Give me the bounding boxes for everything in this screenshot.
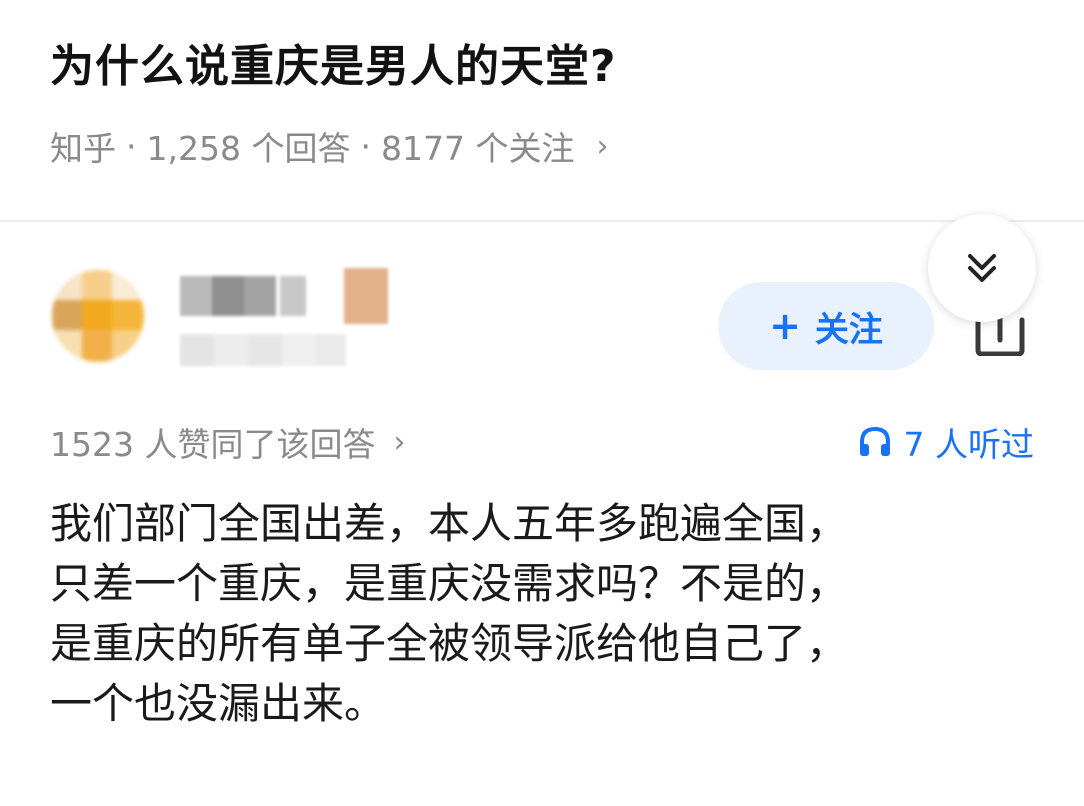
collapse-button[interactable] (928, 214, 1036, 322)
follow-label: 关注 (814, 309, 883, 350)
plus-icon: + (769, 304, 801, 348)
meta-separator: · (126, 126, 137, 166)
chevron-right-icon: › (393, 424, 406, 460)
answer-line: 一个也没漏出来。 (50, 679, 387, 728)
vote-count[interactable]: 1523 人赞同了该回答 › (50, 418, 405, 466)
answer-line: 只差一个重庆，是重庆没需求吗？不是的， (50, 559, 849, 608)
follow-button[interactable]: + 关注 (718, 282, 934, 370)
listen-count[interactable]: 7 人听过 (858, 418, 1035, 466)
author-avatar[interactable] (52, 270, 144, 362)
chevron-right-icon: › (596, 128, 609, 164)
listen-count-label: 7 人听过 (903, 425, 1035, 464)
source-label: 知乎 (50, 129, 116, 168)
answer-line: 我们部门全国出差，本人五年多跑遍全国， (50, 499, 849, 548)
meta-separator: · (360, 126, 371, 166)
vote-count-label: 1523 人赞同了该回答 (50, 425, 376, 464)
answer-line: 是重庆的所有单子全被领导派给他自己了， (50, 619, 849, 668)
double-chevron-down-icon (968, 254, 996, 282)
answer-count: 1,258 个回答 (146, 129, 351, 168)
headphones-icon (859, 426, 890, 456)
question-title[interactable]: 为什么说重庆是男人的天堂? (50, 30, 617, 94)
author-name-redacted[interactable] (180, 268, 400, 388)
section-divider (0, 220, 1084, 222)
question-meta[interactable]: 知乎 · 1,258 个回答 · 8177 个关注 › (50, 122, 608, 170)
answer-body[interactable]: 我们部门全国出差，本人五年多跑遍全国， 只差一个重庆，是重庆没需求吗？不是的， … (50, 494, 1040, 734)
follower-count: 8177 个关注 (380, 129, 575, 168)
